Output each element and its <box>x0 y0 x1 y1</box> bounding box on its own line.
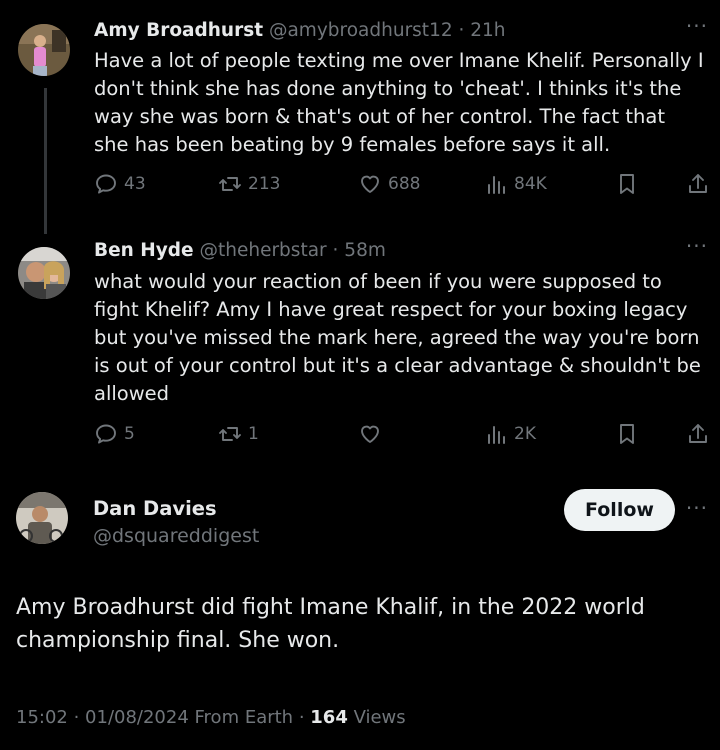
author-handle[interactable]: @dsquareddigest <box>93 525 259 547</box>
views-label: Views <box>347 707 406 728</box>
post-meta: 15:02 · 01/08/2024 From Earth · 164 View… <box>16 707 406 728</box>
timestamp[interactable]: 15:02 · 01/08/2024 From Earth · <box>16 707 310 728</box>
author-name[interactable]: Dan Davies <box>93 497 217 520</box>
post-text: Amy Broadhurst did fight Imane Khalif, i… <box>16 595 645 653</box>
main-post: Dan Davies @dsquareddigest Follow ··· Am… <box>0 0 720 750</box>
views-count: 164 <box>310 707 348 728</box>
more-icon[interactable]: ··· <box>686 496 708 520</box>
avatar[interactable] <box>16 492 68 544</box>
follow-button[interactable]: Follow <box>564 489 675 531</box>
